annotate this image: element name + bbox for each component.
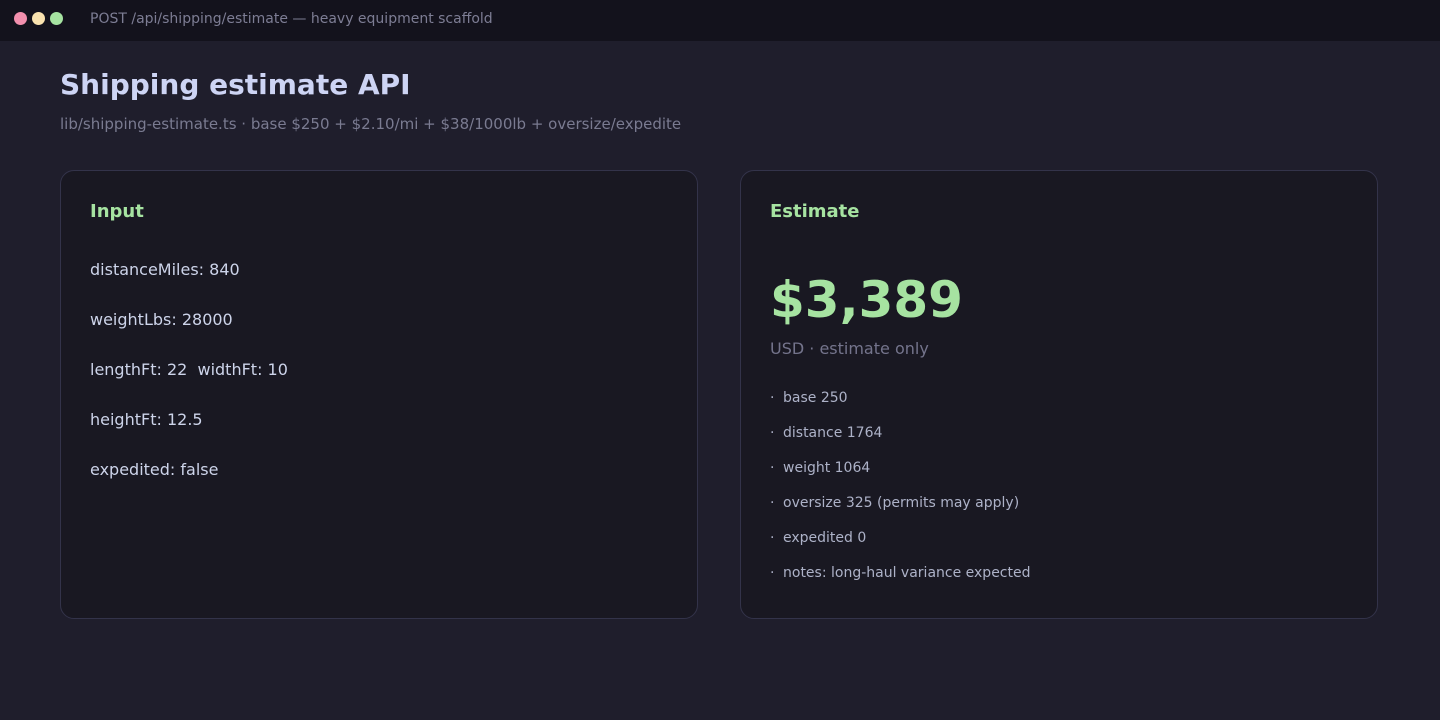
window-titlebar: POST /api/shipping/estimate — heavy equi… — [0, 0, 1440, 41]
breakdown-text: distance 1764 — [783, 425, 883, 441]
input-field-expedited: expedited: false — [90, 460, 219, 479]
breakdown-item-oversize: · oversize 325 (permits may apply) — [770, 495, 1019, 511]
breakdown-text: notes: long-haul variance expected — [783, 565, 1031, 581]
input-field-distance-miles: distanceMiles: 840 — [90, 260, 240, 279]
page-title: Shipping estimate API — [60, 68, 411, 101]
maximize-window-button[interactable] — [50, 12, 63, 25]
estimate-total: $3,389 — [770, 271, 963, 329]
window-controls — [14, 12, 63, 25]
bullet-icon: · — [770, 460, 775, 476]
breakdown-item-base: · base 250 — [770, 390, 848, 406]
input-field-weight-lbs: weightLbs: 28000 — [90, 310, 233, 329]
input-card: Input distanceMiles: 840 weightLbs: 2800… — [60, 170, 698, 619]
bullet-icon: · — [770, 530, 775, 546]
breakdown-item-expedited: · expedited 0 — [770, 530, 866, 546]
breakdown-text: base 250 — [783, 390, 848, 406]
page-subtitle: lib/shipping-estimate.ts · base $250 + $… — [60, 115, 682, 133]
close-window-button[interactable] — [14, 12, 27, 25]
input-field-height-ft: heightFt: 12.5 — [90, 410, 203, 429]
bullet-icon: · — [770, 495, 775, 511]
estimate-card: Estimate $3,389 USD · estimate only · bas… — [740, 170, 1378, 619]
breakdown-item-notes: · notes: long-haul variance expected — [770, 565, 1031, 581]
input-heading: Input — [90, 201, 144, 222]
estimate-heading: Estimate — [770, 201, 860, 222]
breakdown-text: oversize 325 (permits may apply) — [783, 495, 1020, 511]
bullet-icon: · — [770, 425, 775, 441]
currency-note: USD · estimate only — [770, 339, 929, 358]
window-title: POST /api/shipping/estimate — heavy equi… — [90, 11, 493, 27]
bullet-icon: · — [770, 565, 775, 581]
minimize-window-button[interactable] — [32, 12, 45, 25]
breakdown-text: expedited 0 — [783, 530, 867, 546]
breakdown-item-weight: · weight 1064 — [770, 460, 870, 476]
breakdown-text: weight 1064 — [783, 460, 871, 476]
input-field-length-width: lengthFt: 22 widthFt: 10 — [90, 360, 288, 379]
breakdown-item-distance: · distance 1764 — [770, 425, 882, 441]
bullet-icon: · — [770, 390, 775, 406]
